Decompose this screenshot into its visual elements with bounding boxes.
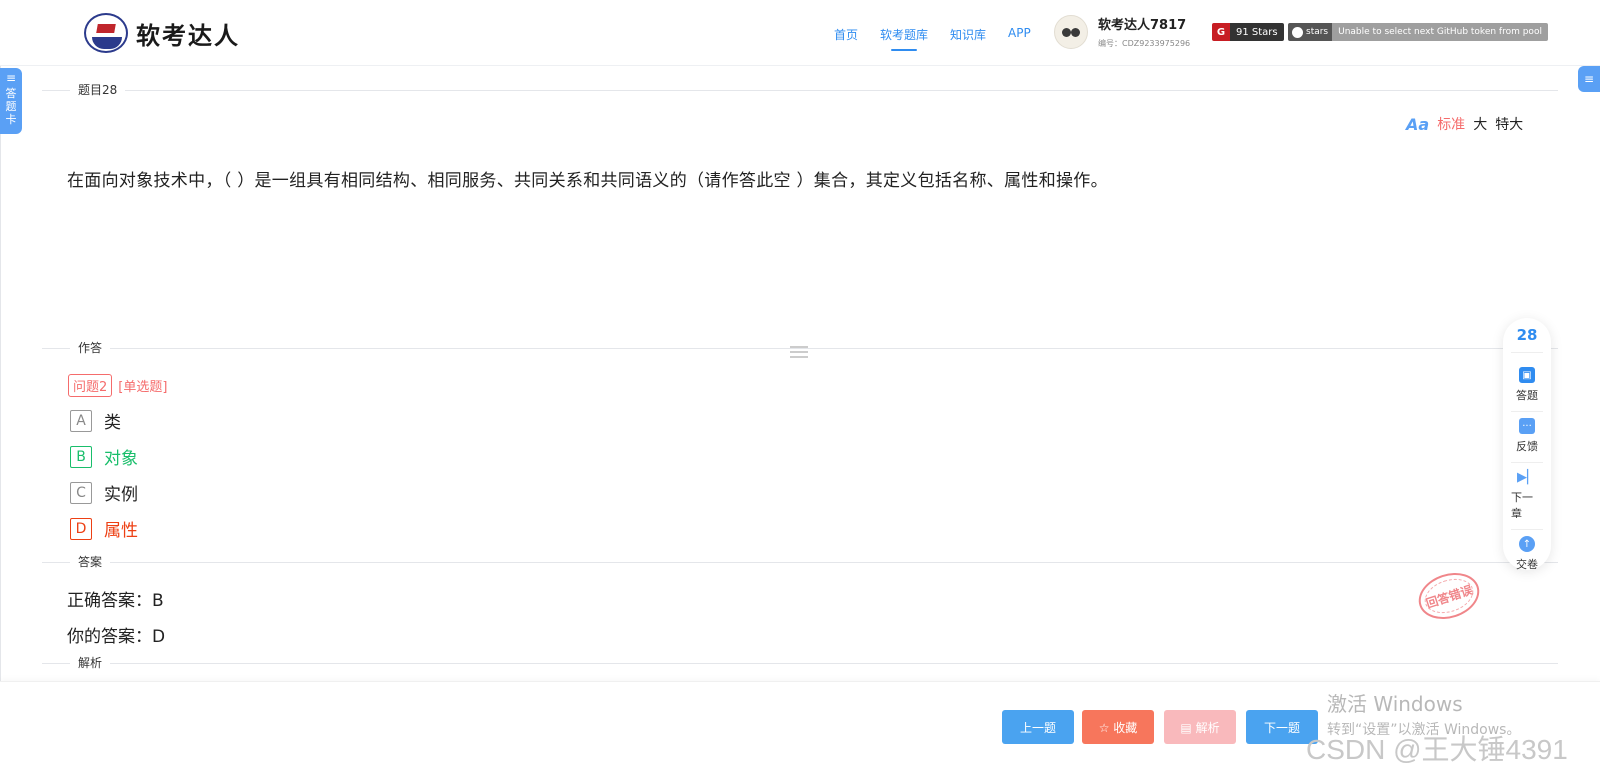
gitee-stars-count: 91 Stars [1230,23,1284,41]
answer-card-char-3: 卡 [5,113,17,126]
font-size-extra-large[interactable]: 特大 [1495,114,1523,134]
csdn-watermark: CSDN @王大锤4391 [1306,734,1568,765]
sidebar-next-chapter[interactable]: ▶▏ 下一章 [1511,463,1543,530]
sub-question-number: 问题2 [68,374,113,397]
wrong-answer-stamp: 回答错误 [1412,565,1486,627]
sub-question-tag: 问题2 [单选题] [68,374,167,397]
left-border [0,66,1,681]
app-root: 软考达人 首页 软考题库 知识库 APP 软考达人7817 编号：CDZ9233… [0,0,1600,773]
gitee-stars-badge[interactable]: G 91 Stars [1212,23,1284,41]
font-size-switch: Aa 标准 大 特大 [1406,114,1523,134]
avatar[interactable] [1054,14,1088,49]
question-section-header: 题目28 [42,83,1558,97]
current-question-number: 28 [1511,326,1543,353]
option-a[interactable]: A 类 [70,408,121,433]
github-badge-message: Unable to select next GitHub token from … [1332,23,1548,41]
sidebar-submit[interactable]: ↑ 交卷 [1511,530,1543,580]
prev-question-button[interactable]: 上一题 [1002,710,1074,744]
user-profile[interactable]: 软考达人7817 编号：CDZ9233975296 [1054,14,1190,49]
option-letter: A [70,409,92,432]
github-icon [1292,26,1303,38]
sidebar-next-chapter-label: 下一章 [1511,491,1533,520]
nav-home[interactable]: 首页 [834,26,858,43]
option-text: 类 [104,413,121,433]
question-number: 题目28 [70,83,126,97]
option-letter: D [70,517,92,540]
option-d[interactable]: D 属性 [70,516,138,541]
nav-app[interactable]: APP [1008,26,1031,43]
option-c[interactable]: C 实例 [70,480,138,505]
favorite-button[interactable]: ☆ 收藏 [1082,710,1154,744]
result-section-label: 答案 [70,555,111,569]
answer-card-char-1: 答 [5,87,17,100]
github-badge-label: stars [1306,27,1329,37]
menu-icon: ≡ [5,71,17,85]
option-text: 属性 [104,521,138,541]
submit-icon: ↑ [1519,536,1535,552]
right-menu-tab[interactable]: ≡ [1578,66,1600,92]
answer-section-label: 作答 [70,341,111,355]
answer-card-char-2: 题 [5,100,17,113]
logo-text: 软考达人 [136,21,240,50]
nav-knowledge-base[interactable]: 知识库 [950,26,986,43]
sidebar-answer-label: 答题 [1516,389,1538,402]
question-text: 在面向对象技术中，（ ）是一组具有相同结构、相同服务、共同关系和共同语义的（请作… [67,171,1108,191]
sidebar-feedback-label: 反馈 [1516,440,1538,453]
font-size-large[interactable]: 大 [1473,114,1487,134]
gitee-icon: G [1212,23,1230,41]
user-name: 软考达人7817 [1098,18,1187,33]
font-size-icon: Aa [1406,114,1430,134]
logo-icon [84,13,128,53]
result-section-header: 答案 [42,555,1558,569]
answer-icon: ▣ [1519,367,1535,383]
analysis-section-label: 解析 [70,656,111,670]
your-answer: 你的答案：D [67,627,166,647]
floating-sidebar: 28 ▣ 答题 ··· 反馈 ▶▏ 下一章 ↑ 交卷 [1503,318,1551,571]
header: 软考达人 首页 软考题库 知识库 APP 软考达人7817 编号：CDZ9233… [0,0,1600,66]
github-stars-badge[interactable]: stars Unable to select next GitHub token… [1288,23,1548,41]
option-letter: C [70,481,92,504]
option-b[interactable]: B 对象 [70,444,138,469]
option-text: 对象 [104,449,138,469]
nav-question-bank[interactable]: 软考题库 [880,26,928,51]
option-text: 实例 [104,485,138,505]
windows-watermark-title: 激活 Windows [1327,692,1463,716]
analysis-section-header: 解析 [42,656,1558,670]
logo[interactable]: 软考达人 [84,13,240,53]
sidebar-submit-label: 交卷 [1516,558,1538,571]
menu-icon: ≡ [1583,72,1595,86]
main-nav: 首页 软考题库 知识库 APP [834,26,1031,51]
sidebar-feedback[interactable]: ··· 反馈 [1511,412,1543,463]
sidebar-answer[interactable]: ▣ 答题 [1511,361,1543,412]
answer-card-tab[interactable]: ≡ 答 题 卡 [0,68,22,134]
question-type: [单选题] [118,380,168,395]
font-size-standard[interactable]: 标准 [1437,114,1465,134]
correct-answer: 正确答案：B [67,591,164,611]
option-letter: B [70,445,92,468]
feedback-icon: ··· [1519,418,1535,434]
drag-handle-icon[interactable] [790,346,808,360]
next-chapter-icon: ▶▏ [1517,469,1537,485]
analysis-button[interactable]: ▤ 解析 [1164,710,1236,744]
user-id: 编号：CDZ9233975296 [1098,39,1191,48]
